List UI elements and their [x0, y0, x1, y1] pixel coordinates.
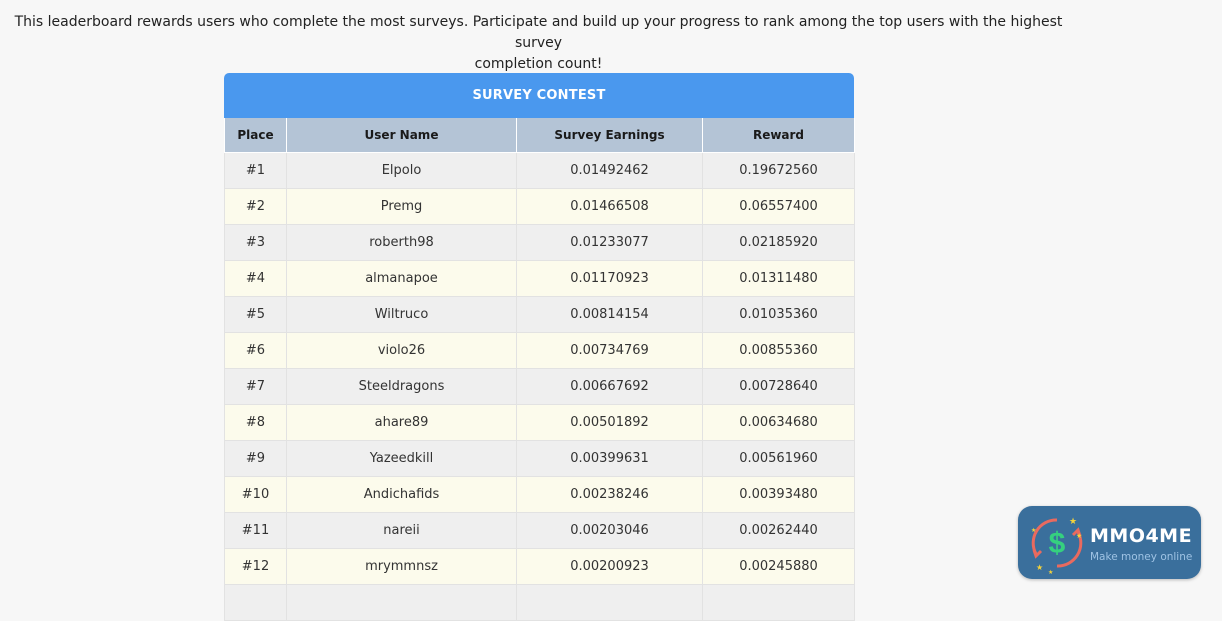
- svg-text:★: ★: [1036, 563, 1043, 572]
- user-name-cell: Steeldragons: [286, 368, 517, 405]
- user-name-cell: Yazeedkill: [286, 440, 517, 477]
- place-cell: #3: [224, 224, 287, 261]
- svg-text:$: $: [1049, 527, 1066, 560]
- reward-cell: 0.19672560: [702, 152, 855, 189]
- survey-earnings-cell: 0.01233077: [516, 224, 703, 261]
- logo-tagline: Make money online: [1090, 551, 1193, 563]
- svg-text:★: ★: [1076, 532, 1082, 540]
- user-name-cell: nareii: [286, 512, 517, 549]
- place-cell: #5: [224, 296, 287, 333]
- reward-cell: 0.00561960: [702, 440, 855, 477]
- user-name-cell: mrymmnsz: [286, 548, 517, 585]
- user-name-cell: almanapoe: [286, 260, 517, 297]
- place-cell: #1: [224, 152, 287, 189]
- reward-cell: 0.00393480: [702, 476, 855, 513]
- place-cell: #10: [224, 476, 287, 513]
- place-cell: #11: [224, 512, 287, 549]
- dollar-coin-icon: $ ★ ★ ★ ★ ★: [1031, 517, 1083, 574]
- table-row: #9 Yazeedkill 0.00399631 0.00561960: [224, 440, 855, 477]
- survey-earnings-cell: 0.01492462: [516, 152, 703, 189]
- table-row: #2 Premg 0.01466508 0.06557400: [224, 188, 855, 225]
- survey-earnings-cell: 0.00814154: [516, 296, 703, 333]
- survey-earnings-cell: 0.00399631: [516, 440, 703, 477]
- column-header-place: Place: [224, 118, 287, 153]
- place-cell: #8: [224, 404, 287, 441]
- reward-cell: 0.00245880: [702, 548, 855, 585]
- intro-line-1: This leaderboard rewards users who compl…: [14, 14, 1063, 51]
- table-row: #8 ahare89 0.00501892 0.00634680: [224, 404, 855, 441]
- intro-line-2: completion count!: [474, 56, 603, 72]
- place-cell: #12: [224, 548, 287, 585]
- reward-cell: 0.00855360: [702, 332, 855, 369]
- reward-cell: 0.01311480: [702, 260, 855, 297]
- reward-cell: 0.01035360: [702, 296, 855, 333]
- table-row: #4 almanapoe 0.01170923 0.01311480: [224, 260, 855, 297]
- user-name-cell: ahare89: [286, 404, 517, 441]
- place-cell: #7: [224, 368, 287, 405]
- svg-text:★: ★: [1048, 569, 1053, 574]
- survey-earnings-cell: 0.00200923: [516, 548, 703, 585]
- place-cell: #6: [224, 332, 287, 369]
- user-name-cell: Andichafids: [286, 476, 517, 513]
- leaderboard-rows: #1 Elpolo 0.01492462 0.19672560 #2 Premg 0.014…: [224, 152, 855, 621]
- table-row: #12 mrymmnsz 0.00200923 0.00245880: [224, 548, 855, 585]
- svg-text:★: ★: [1069, 517, 1077, 527]
- user-name-cell: Elpolo: [286, 152, 517, 189]
- survey-earnings-cell: 0.01466508: [516, 188, 703, 225]
- svg-text:★: ★: [1031, 527, 1036, 534]
- logo-brand-text: MMO4ME: [1090, 525, 1193, 547]
- column-header-reward: Reward: [702, 118, 855, 153]
- survey-earnings-cell: 0.00667692: [516, 368, 703, 405]
- table-header-row: Place User Name Survey Earnings Reward: [224, 118, 855, 153]
- reward-cell: 0.00262440: [702, 512, 855, 549]
- table-row: #11 nareii 0.00203046 0.00262440: [224, 512, 855, 549]
- table-row: #7 Steeldragons 0.00667692 0.00728640: [224, 368, 855, 405]
- column-header-survey-earnings: Survey Earnings: [516, 118, 703, 153]
- table-row: #3 roberth98 0.01233077 0.02185920: [224, 224, 855, 261]
- reward-cell: 0.02185920: [702, 224, 855, 261]
- reward-cell: 0.00728640: [702, 368, 855, 405]
- place-cell: #9: [224, 440, 287, 477]
- survey-earnings-cell: 0.00238246: [516, 476, 703, 513]
- survey-contest-leaderboard: SURVEY CONTEST Place User Name Survey Ea…: [224, 73, 855, 621]
- reward-cell: 0.06557400: [702, 188, 855, 225]
- reward-cell: 0.00634680: [702, 404, 855, 441]
- table-row: #10 Andichafids 0.00238246 0.00393480: [224, 476, 855, 513]
- table-row: #1 Elpolo 0.01492462 0.19672560: [224, 152, 855, 189]
- user-name-cell: Wiltruco: [286, 296, 517, 333]
- table-row: #6 violo26 0.00734769 0.00855360: [224, 332, 855, 369]
- survey-earnings-cell: 0.01170923: [516, 260, 703, 297]
- survey-earnings-cell: 0.00734769: [516, 332, 703, 369]
- place-cell: #4: [224, 260, 287, 297]
- place-cell: #2: [224, 188, 287, 225]
- survey-earnings-cell: 0.00501892: [516, 404, 703, 441]
- intro-text: This leaderboard rewards users who compl…: [0, 12, 1077, 75]
- user-name-cell: violo26: [286, 332, 517, 369]
- survey-earnings-cell: 0.00203046: [516, 512, 703, 549]
- leaderboard-title: SURVEY CONTEST: [224, 73, 854, 118]
- user-name-cell: Premg: [286, 188, 517, 225]
- mmo4me-logo[interactable]: $ ★ ★ ★ ★ ★ MMO4ME Make money online: [1018, 506, 1201, 579]
- table-row: #5 Wiltruco 0.00814154 0.01035360: [224, 296, 855, 333]
- user-name-cell: roberth98: [286, 224, 517, 261]
- leaderboard-table: Place User Name Survey Earnings Reward #…: [224, 118, 855, 621]
- column-header-user-name: User Name: [286, 118, 517, 153]
